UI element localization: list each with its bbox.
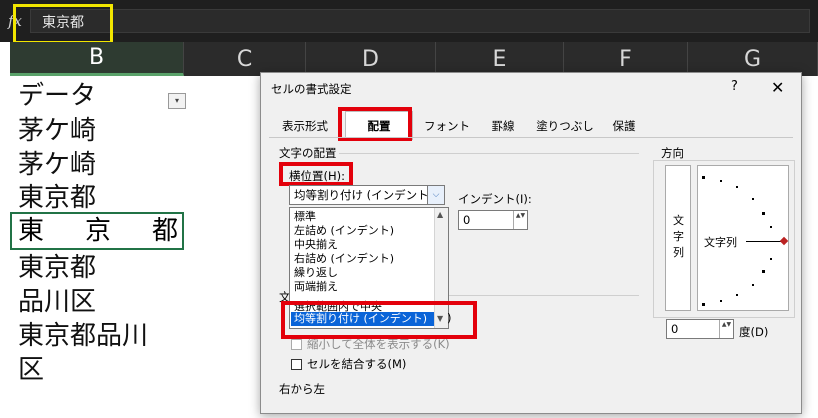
merge-label: セルを結合する(M) (307, 357, 407, 371)
horizontal-select[interactable]: 均等割り付け (インデント) ⌵ (289, 185, 445, 205)
cell-row[interactable]: 区 (18, 352, 44, 388)
dial-dot (720, 180, 722, 182)
option-item[interactable]: 両端揃え (294, 280, 338, 294)
column-header-d[interactable]: D (306, 42, 436, 76)
vertical-text-button[interactable]: 文 字 列 (665, 165, 691, 311)
dial-dot (770, 226, 772, 228)
dial-dot (702, 176, 705, 179)
spin-arrows-icon[interactable]: ▲▼ (719, 320, 733, 338)
close-icon[interactable]: ✕ (771, 78, 784, 97)
column-header-f[interactable]: F (564, 42, 688, 76)
chevron-down-icon[interactable]: ⌵ (427, 186, 444, 204)
section-divider (441, 295, 639, 296)
help-button[interactable]: ? (731, 79, 738, 94)
tab-number[interactable]: 表示形式 (275, 115, 335, 137)
cell-char: 都 (151, 216, 178, 246)
cell-char: 京 (84, 216, 111, 246)
dial-dot (720, 300, 722, 302)
cell-row[interactable]: 東京都 (18, 250, 96, 286)
tab-font[interactable]: フォント (417, 115, 477, 137)
dial-dot (770, 258, 772, 260)
highlight-annotation (13, 4, 113, 44)
orientation-label: 方向 (661, 146, 684, 160)
active-cell-distributed: 東 京 都 (18, 213, 178, 249)
cell-row[interactable]: 東京都品川 (18, 318, 148, 354)
degree-label: 度(D) (739, 325, 769, 339)
shrink-checkbox[interactable] (291, 339, 302, 350)
option-item[interactable]: 中央揃え (294, 238, 338, 252)
horizontal-select-value: 均等割り付け (インデント) (294, 188, 434, 202)
dial-dot (736, 294, 738, 296)
vertical-char: 字 (673, 230, 684, 243)
cell-row[interactable]: 茅ケ崎 (18, 147, 96, 183)
option-highlight-annotation (281, 301, 477, 339)
merge-checkbox[interactable] (291, 359, 302, 370)
scroll-up-icon[interactable]: ▲ (437, 210, 443, 219)
cell-row[interactable]: 東京都 (18, 180, 96, 216)
dial-dot (702, 303, 705, 306)
dialog-title: セルの書式設定 (271, 82, 352, 96)
option-item[interactable]: 繰り返し (294, 266, 338, 280)
section-divider (339, 153, 639, 154)
option-item[interactable]: 左詰め (インデント) (294, 224, 394, 238)
tab-fill[interactable]: 塗りつぶし (533, 115, 597, 137)
option-item[interactable]: 標準 (294, 210, 316, 224)
label-highlight-annotation (279, 162, 353, 186)
dial-dot (762, 212, 765, 215)
vertical-char: 文 (673, 214, 684, 227)
formula-input[interactable] (30, 9, 810, 33)
column-header-c[interactable]: C (184, 42, 306, 76)
tab-highlight-annotation (338, 107, 412, 141)
degree-stepper[interactable]: 0 ▲▼ (666, 319, 734, 339)
column-header-e[interactable]: E (436, 42, 564, 76)
dial-dot (752, 198, 754, 200)
indent-stepper[interactable]: 0 ▲▼ (458, 210, 528, 230)
column-header-b[interactable]: B (10, 42, 184, 76)
dial-pointer (746, 241, 782, 242)
cell-row[interactable]: 茅ケ崎 (18, 113, 96, 149)
format-cells-dialog: セルの書式設定 ? ✕ 表示形式 配置 フォント 罫線 塗りつぶし 保護 文字の… (260, 72, 802, 414)
formula-bar: fx 東京都 (0, 0, 818, 42)
dial-dot (762, 270, 765, 273)
degree-value: 0 (671, 322, 679, 336)
dial-dot (752, 284, 754, 286)
option-item[interactable]: 右詰め (インデント) (294, 252, 394, 266)
cell-char: 東 (18, 216, 45, 246)
vertical-char: 列 (673, 246, 684, 259)
cell-row[interactable]: 品川区 (18, 284, 96, 320)
filter-dropdown-icon[interactable]: ▾ (168, 93, 186, 109)
tab-protection[interactable]: 保護 (599, 115, 649, 137)
orientation-dial[interactable]: 文字列 (697, 165, 789, 311)
dial-handle[interactable] (779, 236, 789, 246)
cell-header[interactable]: データ (18, 78, 96, 114)
dial-dot (736, 186, 738, 188)
spin-arrows-icon[interactable]: ▲▼ (513, 211, 527, 229)
column-header-g[interactable]: G (688, 42, 818, 76)
text-alignment-label: 文字の配置 (279, 146, 337, 160)
dial-text: 文字列 (704, 236, 737, 249)
tab-border[interactable]: 罫線 (481, 115, 525, 137)
indent-value: 0 (463, 213, 471, 227)
indent-label: インデント(I): (458, 192, 532, 206)
rtl-label: 右から左 (279, 382, 325, 396)
